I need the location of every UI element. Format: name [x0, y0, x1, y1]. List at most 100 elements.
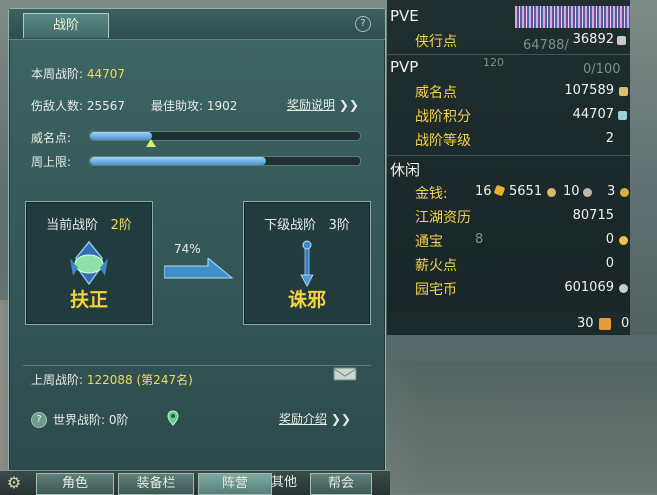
world-rank-label: 世界战阶:	[53, 413, 106, 427]
weekly-cap-label: 周上限:	[31, 155, 72, 169]
fame-label: 威名点:	[31, 131, 72, 145]
fame-icon	[619, 87, 628, 96]
stat-value: 2	[605, 131, 614, 146]
sword-icon	[617, 36, 626, 45]
tab-equipment[interactable]: 装备栏	[118, 473, 194, 495]
world-rank-value: 0阶	[108, 413, 129, 427]
gold-ingot-icon	[493, 184, 506, 197]
stat-value: 80715	[572, 208, 614, 223]
bottom-value: 30	[577, 316, 594, 331]
weekly-rank-label: 本周战阶:	[31, 67, 84, 81]
tab-character[interactable]: 角色	[36, 473, 114, 495]
stats-bottom-row: 30 0	[387, 312, 630, 335]
next-rank-label: 下级战阶	[264, 218, 317, 233]
next-rank-head: 下级战阶 3阶	[244, 214, 370, 233]
tab-faction[interactable]: 阵营	[198, 473, 272, 495]
rank-panel: 战阶 ? 本周战阶: 44707 伤敌人数: 25567 最佳助攻: 1902 …	[8, 8, 386, 472]
location-pin-icon[interactable]	[167, 410, 179, 426]
crystal-icon	[618, 111, 627, 120]
stat-label: 威名点	[415, 85, 457, 101]
mail-icon[interactable]	[333, 366, 357, 382]
last-week-label: 上周战阶:	[31, 373, 84, 387]
stat-label: 通宝	[415, 234, 443, 250]
sword-emblem-icon	[300, 240, 314, 287]
stat-value: 107589	[564, 83, 614, 98]
fame-marker-icon	[146, 139, 157, 147]
buff-icons	[515, 6, 630, 28]
stat-value: 601069	[564, 280, 614, 295]
tab-other[interactable]: 其他	[268, 473, 300, 493]
fame-bar	[89, 131, 361, 141]
stat-label: 战阶积分	[415, 109, 471, 125]
flag-icon	[599, 318, 611, 330]
ghost-level: 120	[483, 56, 504, 69]
next-rank-name: 诛邪	[287, 289, 326, 311]
section-leisure: 休闲	[390, 161, 421, 179]
current-rank-box: 当前战阶 2阶 扶正	[25, 201, 153, 325]
money-copper: 10	[563, 184, 580, 199]
reward-desc-link[interactable]: 奖励说明	[287, 98, 335, 112]
section-divider	[387, 155, 630, 156]
tab-rank[interactable]: 战阶	[23, 13, 109, 38]
stat-label: 园宅币	[415, 282, 457, 298]
weekly-rank-value: 44707	[86, 67, 126, 81]
current-rank-name: 扶正	[69, 289, 108, 311]
upgrade-percent: 74%	[174, 242, 201, 256]
world-strip	[387, 335, 657, 361]
bottom-tab-bar: ⚙ 角色 装备栏 阵营 其他 帮会	[0, 470, 390, 495]
token-icon	[619, 284, 628, 293]
money-extra: 3	[607, 184, 616, 199]
stat-value: 44707	[572, 107, 614, 122]
section-divider	[387, 54, 630, 55]
section-pve: PVE	[390, 7, 419, 25]
gear-icon[interactable]: ⚙	[4, 473, 24, 493]
assists-label: 最佳助攻:	[151, 99, 204, 113]
help-icon[interactable]: ?	[355, 16, 371, 32]
silver-icon	[547, 188, 556, 197]
enemies-value: 25567	[86, 99, 126, 113]
world-rank: 世界战阶: 0阶	[53, 411, 129, 428]
section-pvp: PVP	[390, 58, 419, 76]
divider	[23, 365, 371, 366]
upgrade-arrow: 74%	[164, 242, 234, 284]
current-rank-level: 2阶	[110, 218, 132, 233]
copper-icon	[583, 188, 592, 197]
tab-guild[interactable]: 帮会	[310, 473, 372, 495]
stat-label: 侠行点	[415, 34, 457, 50]
last-week-rank: 上周战阶: 122088 (第247名)	[31, 371, 193, 388]
enemies-stat: 伤敌人数: 25567	[31, 97, 125, 114]
current-rank-label: 当前战阶	[46, 218, 99, 233]
reward-intro-link[interactable]: 奖励介绍	[279, 412, 327, 426]
reward-desc[interactable]: 奖励说明 ❯❯	[287, 96, 359, 113]
coin-icon	[619, 236, 628, 245]
chevron-right-icon: ❯❯	[330, 412, 351, 426]
weekly-cap-bar-fill	[90, 157, 266, 165]
enemies-label: 伤敌人数:	[31, 99, 84, 113]
bottom-value2: 0	[621, 316, 630, 331]
last-week-value: 122088 (第247名)	[86, 373, 193, 387]
panel-titlebar[interactable]: 战阶 ?	[9, 9, 385, 40]
current-rank-head: 当前战阶 2阶	[26, 214, 152, 233]
money-silver: 5651	[509, 184, 543, 199]
stat-value: 36892	[572, 32, 614, 47]
reward-intro[interactable]: 奖励介绍 ❯❯	[279, 410, 351, 427]
stat-label: 战阶等级	[415, 133, 471, 149]
stat-value: 0	[605, 232, 614, 247]
stat-value: 0	[605, 256, 614, 271]
shield-emblem-icon	[70, 240, 108, 286]
stat-label: 江湖资历	[415, 210, 471, 226]
money-gold: 16	[475, 184, 492, 199]
weekly-cap-bar	[89, 156, 361, 166]
ghost-hp: 64788/	[523, 38, 569, 53]
arrow-right-icon	[164, 258, 234, 279]
assists-value: 1902	[206, 99, 238, 113]
fame-bar-fill	[90, 132, 153, 140]
stat-label: 金钱:	[415, 186, 448, 202]
world-rank-help-icon[interactable]: ?	[31, 412, 47, 428]
coin-icon	[620, 188, 629, 197]
ghost-eight: 8	[475, 232, 484, 247]
chevron-right-icon: ❯❯	[338, 98, 359, 112]
next-rank-level: 3阶	[328, 218, 350, 233]
next-rank-box: 下级战阶 3阶 诛邪	[243, 201, 371, 325]
ghost-mp: 0/100	[583, 62, 621, 77]
